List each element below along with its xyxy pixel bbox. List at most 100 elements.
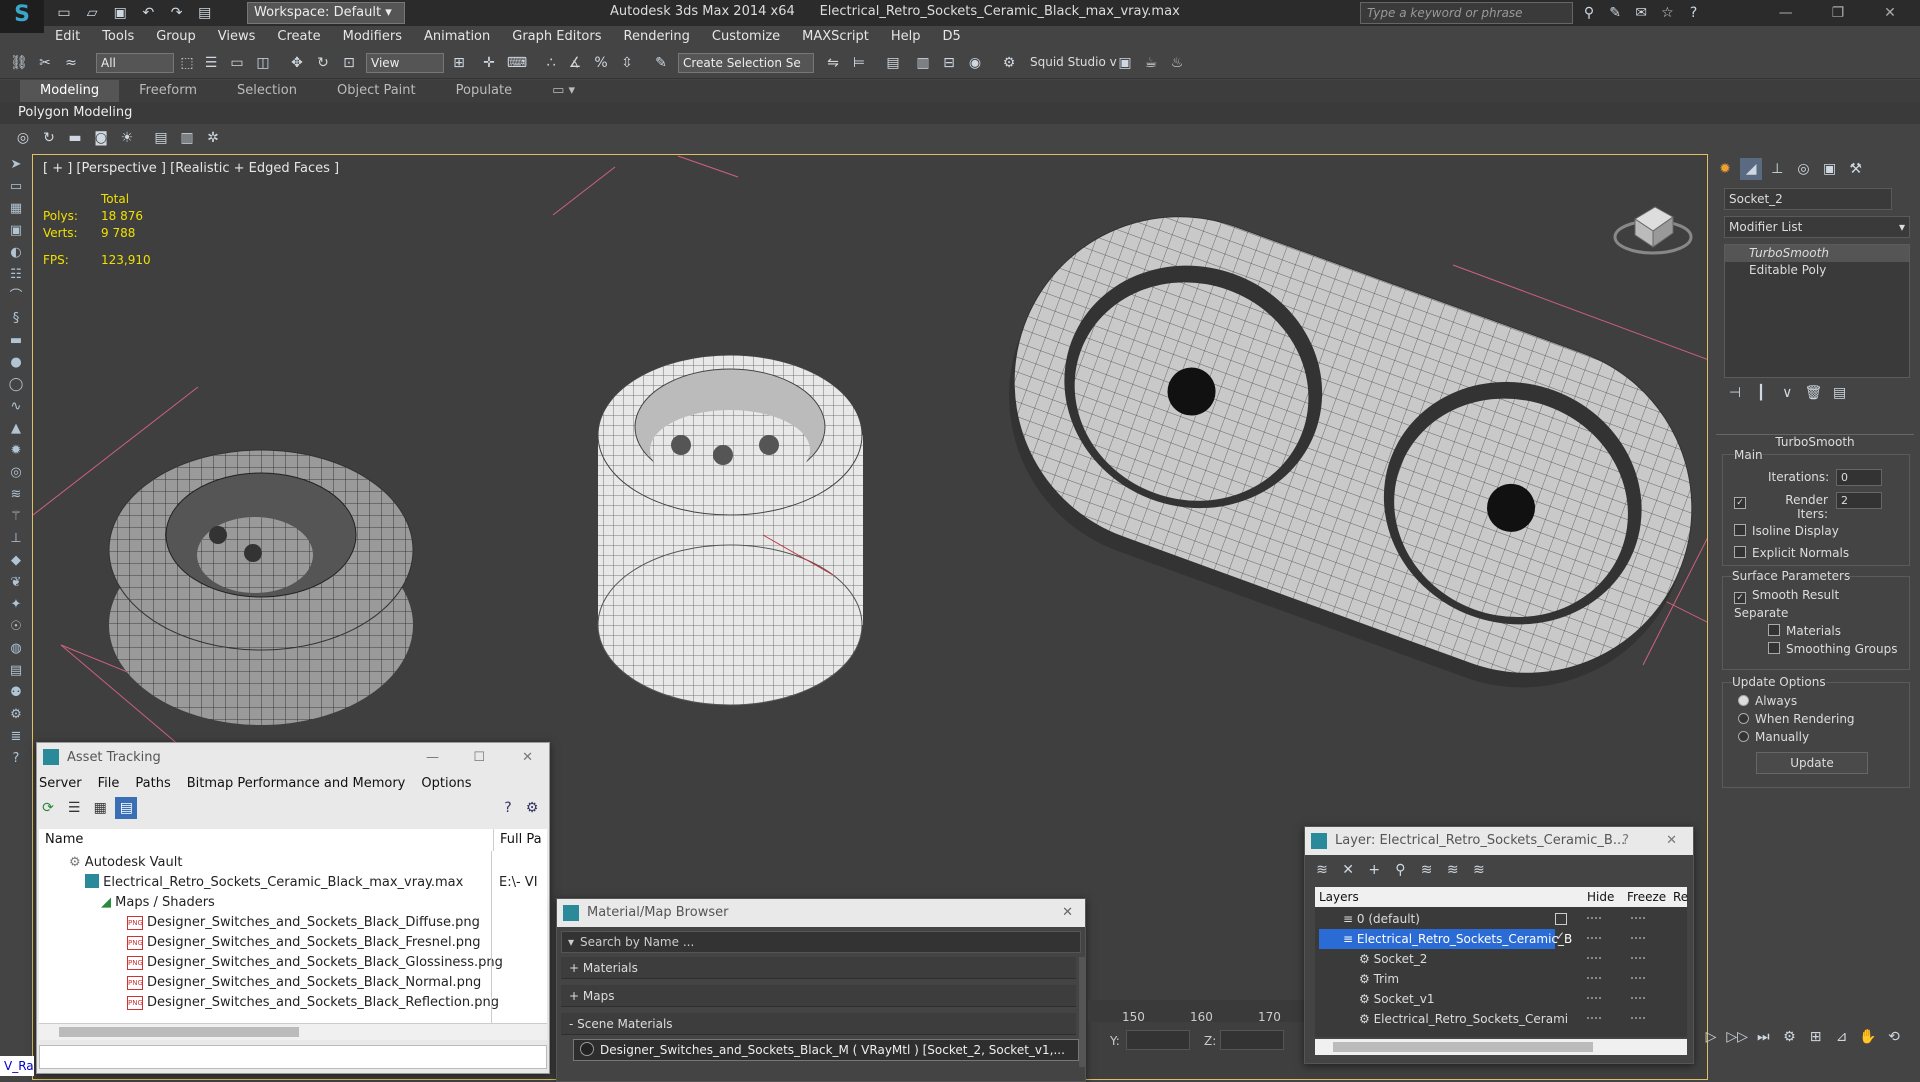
modifier-list-dropdown[interactable]: Modifier List ▾ xyxy=(1724,216,1910,238)
search-input[interactable]: Type a keyword or phrase xyxy=(1360,2,1573,24)
menu-d5[interactable]: D5 xyxy=(932,26,972,48)
render-teapot-icon[interactable]: ♨ xyxy=(1166,52,1188,74)
column-freeze[interactable]: Freeze xyxy=(1627,887,1666,907)
freeze-toggle[interactable] xyxy=(1631,957,1645,959)
menu-create[interactable]: Create xyxy=(266,26,331,48)
select-by-name-icon[interactable]: ☰ xyxy=(200,52,222,74)
gear-icon[interactable]: ✲ xyxy=(202,127,224,149)
freeze-toggle[interactable] xyxy=(1631,977,1645,979)
hide-toggle[interactable] xyxy=(1587,977,1601,979)
rotate-icon[interactable]: ↻ xyxy=(312,52,334,74)
viewcube[interactable] xyxy=(1613,191,1693,255)
list-view-icon[interactable]: ☰ xyxy=(63,797,85,819)
hide-toggle[interactable] xyxy=(1587,997,1601,999)
named-selection-dropdown[interactable]: Create Selection Se xyxy=(678,53,814,73)
stack-item-editable-poly[interactable]: Editable Poly xyxy=(1725,262,1909,279)
edit-named-sets-icon[interactable]: ✎ xyxy=(650,52,672,74)
keyboard-shortcut-icon[interactable]: ⌨ xyxy=(506,52,528,74)
bind-space-warp-icon[interactable]: ≈ xyxy=(60,52,82,74)
render-iters-checkbox[interactable]: ✓ xyxy=(1734,493,1752,509)
ref-coord-dropdown[interactable]: View xyxy=(366,53,444,73)
vray-icon[interactable]: ◎ xyxy=(12,127,34,149)
close-icon[interactable]: ✕ xyxy=(1062,899,1073,927)
freeze-toggle[interactable] xyxy=(1631,917,1645,919)
scale-icon[interactable]: ⊡ xyxy=(338,52,360,74)
delete-layer-icon[interactable]: ✕ xyxy=(1337,859,1359,881)
smoothing-groups-checkbox[interactable]: Smoothing Groups xyxy=(1768,642,1897,656)
pin-stack-icon[interactable]: ⊣ xyxy=(1724,382,1746,404)
new-file-icon[interactable]: ▭ xyxy=(52,2,76,24)
isoline-display-checkbox[interactable]: Isoline Display xyxy=(1734,524,1839,538)
project-folder-icon[interactable]: ▤ xyxy=(193,2,217,24)
separate-materials-checkbox[interactable]: Materials xyxy=(1768,624,1841,638)
highlight-layer-icon[interactable]: ≋ xyxy=(1416,859,1438,881)
at-menu-bitmap[interactable]: Bitmap Performance and Memory xyxy=(179,776,414,791)
layer-scrollbar-thumb[interactable] xyxy=(1333,1042,1593,1052)
freeze-toggle[interactable] xyxy=(1631,937,1645,939)
orbit-icon[interactable]: ⟲ xyxy=(1883,1026,1905,1048)
undo-icon[interactable]: ↶ xyxy=(136,2,160,24)
refresh-icon[interactable]: ↻ xyxy=(38,127,60,149)
at-menu-options[interactable]: Options xyxy=(413,776,479,791)
render-icon[interactable]: ▤ xyxy=(0,660,32,682)
hide-toggle[interactable] xyxy=(1587,937,1601,939)
polygon-modeling-label[interactable]: Polygon Modeling xyxy=(0,102,150,124)
table-row[interactable]: PNG Designer_Switches_and_Sockets_Black_F… xyxy=(39,933,480,953)
freeze-all-layers-icon[interactable]: ≋ xyxy=(1468,859,1490,881)
scene-explorer-icon[interactable]: ▥ xyxy=(912,52,934,74)
wave-icon[interactable]: ≋ xyxy=(0,484,32,506)
frame-buffer-icon[interactable]: ▤ xyxy=(150,127,172,149)
unlink-icon[interactable]: ✂ xyxy=(34,52,56,74)
hide-toggle[interactable] xyxy=(1587,1017,1601,1019)
list-icon[interactable]: ≣ xyxy=(0,726,32,748)
open-file-icon[interactable]: ▱ xyxy=(80,2,104,24)
new-layer-icon[interactable]: ≋ xyxy=(1311,859,1333,881)
bone-icon[interactable]: ✦ xyxy=(0,594,32,616)
settings-icon[interactable]: ⚙ xyxy=(521,797,543,819)
render-production-icon[interactable]: ☕ xyxy=(1140,52,1162,74)
thumbnail-view-icon[interactable]: ▦ xyxy=(89,797,111,819)
object-name-field[interactable]: Socket_2 xyxy=(1724,188,1892,210)
tab-modeling[interactable]: Modeling xyxy=(20,80,120,102)
time-config-icon[interactable]: ⚙ xyxy=(1778,1026,1800,1048)
help-icon[interactable]: ? xyxy=(1683,2,1705,24)
tab-selection[interactable]: Selection xyxy=(217,80,317,102)
menu-group[interactable]: Group xyxy=(145,26,207,48)
ring-icon[interactable]: ◎ xyxy=(0,462,32,484)
help-icon[interactable]: ? xyxy=(1622,827,1629,855)
menu-tools[interactable]: Tools xyxy=(91,26,145,48)
table-view-icon[interactable]: ▤ xyxy=(115,797,138,819)
wand-icon[interactable]: ⚚ xyxy=(0,506,32,528)
binoculars-icon[interactable]: ⚲ xyxy=(1578,2,1600,24)
rect-selection-icon[interactable]: ▭ xyxy=(226,52,248,74)
table-row[interactable]: PNG Designer_Switches_and_Sockets_Black_D… xyxy=(39,913,480,933)
stack-item-turbosmooth[interactable]: TurboSmooth xyxy=(1725,245,1909,262)
minimize-icon[interactable]: — xyxy=(1762,2,1810,24)
close-icon[interactable]: ✕ xyxy=(1866,2,1914,24)
field-of-view-icon[interactable]: ⊿ xyxy=(1831,1026,1853,1048)
status-left-field[interactable]: V_Ra xyxy=(0,1056,34,1076)
app-logo-button[interactable]: S xyxy=(0,0,44,33)
display-icon[interactable]: ⚉ xyxy=(0,682,32,704)
menu-help[interactable]: Help xyxy=(880,26,932,48)
torus-icon[interactable]: ◯ xyxy=(0,374,32,396)
horizontal-scrollbar[interactable] xyxy=(39,1023,547,1040)
update-always-radio[interactable]: Always xyxy=(1738,694,1797,708)
save-icon[interactable]: ▣ xyxy=(108,2,132,24)
window-crossing-icon[interactable]: ◫ xyxy=(252,52,274,74)
hide-all-layers-icon[interactable]: ≋ xyxy=(1442,859,1464,881)
render-setup-icon[interactable]: ⚙ xyxy=(998,52,1020,74)
menu-customize[interactable]: Customize xyxy=(701,26,791,48)
z-coordinate-field[interactable] xyxy=(1220,1030,1284,1050)
column-render[interactable]: Re xyxy=(1673,887,1688,907)
sphere-icon[interactable]: ● xyxy=(0,352,32,374)
twist-icon[interactable]: § xyxy=(0,308,32,330)
table-row[interactable]: Electrical_Retro_Sockets_Ceramic_Black_m… xyxy=(39,873,463,893)
leaf-icon[interactable]: ❦ xyxy=(0,572,32,594)
table-row[interactable]: ◢ Maps / Shaders xyxy=(39,893,215,913)
go-to-end-icon[interactable]: ⏭ xyxy=(1752,1026,1774,1048)
layer-manager-icon[interactable]: ▤ xyxy=(882,52,904,74)
folder-icon[interactable]: ▬ xyxy=(0,330,32,352)
bend-icon[interactable]: ⌒ xyxy=(0,286,32,308)
subscription-icon[interactable]: ✎ xyxy=(1604,2,1626,24)
